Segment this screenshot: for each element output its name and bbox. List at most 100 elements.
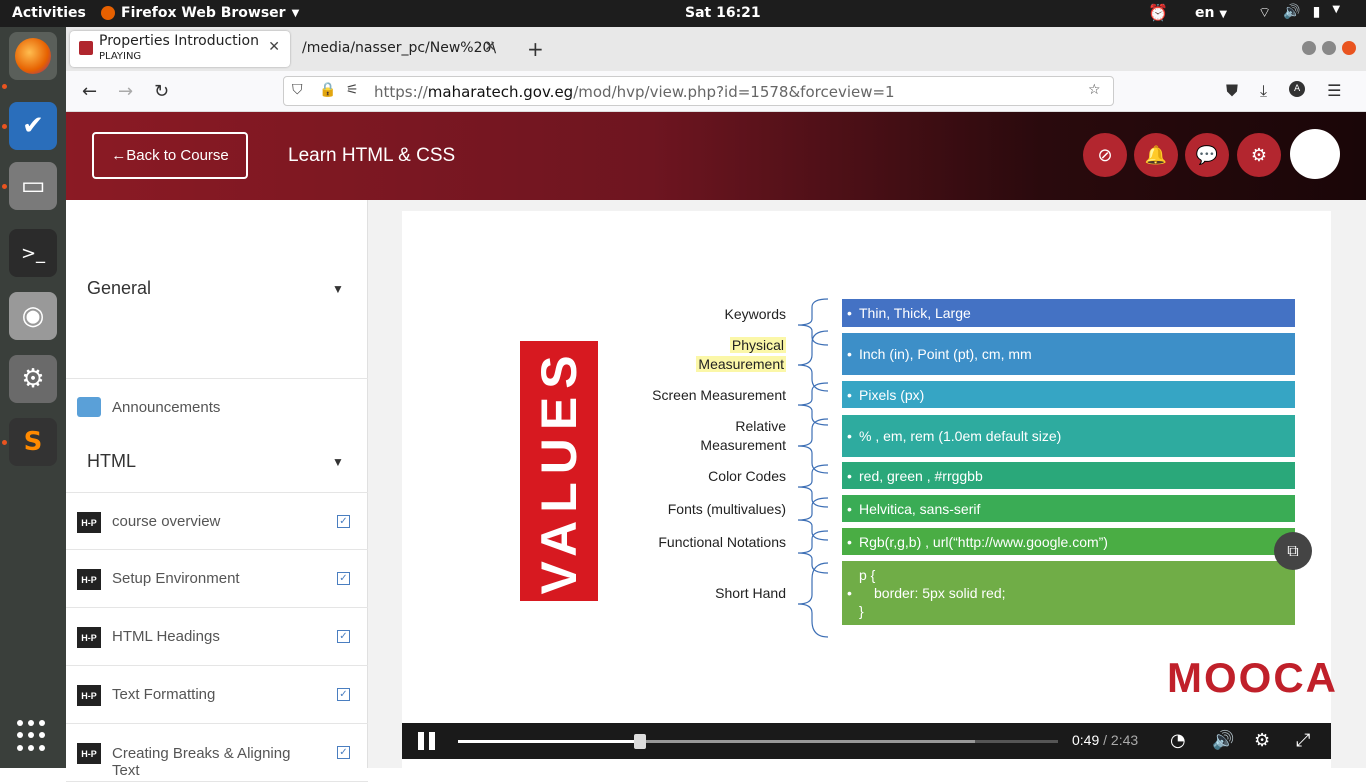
gear-icon[interactable]: ⚙ <box>1254 730 1270 751</box>
camera-dock-icon[interactable]: ◉ <box>9 292 57 340</box>
navigation-bar: ← → ↻ ⛉ 🔒 ⚟ https://maharatech.gov.eg/mo… <box>66 71 1366 112</box>
tab-properties-introduction[interactable]: Properties Introduction PLAYING ✕ <box>70 31 290 67</box>
back-arrow-icon[interactable]: ← <box>82 81 97 102</box>
close-icon[interactable]: ✕ <box>484 39 496 55</box>
completion-checkbox[interactable]: ✓ <box>337 688 350 701</box>
forward-arrow-icon[interactable]: → <box>118 81 133 102</box>
alarm-icon[interactable]: ⏰ <box>1148 3 1168 22</box>
exit-fullscreen-icon[interactable]: ⧉ <box>1274 532 1312 570</box>
h5p-icon: H-P <box>77 685 101 706</box>
url-text: https://maharatech.gov.eg/mod/hvp/view.p… <box>374 83 895 101</box>
running-indicator <box>2 184 7 189</box>
section-html[interactable]: HTML <box>87 451 136 472</box>
site-header: ← Back to Course Learn HTML & CSS ⊘ 🔔 💬 … <box>66 112 1366 200</box>
list-item[interactable]: H-P Creating Breaks & Aligning Text ✓ <box>66 724 368 782</box>
sublime-dock-icon[interactable]: S <box>9 418 57 466</box>
value-text: } <box>859 603 864 619</box>
chevron-down-icon: ▼ <box>1332 4 1341 15</box>
seek-bar[interactable] <box>458 734 1058 749</box>
value-text: Pixels (px) <box>859 386 925 403</box>
item-label: course overview <box>112 513 221 530</box>
account-icon[interactable]: A <box>1289 81 1306 97</box>
fullscreen-icon[interactable]: ⤢ <box>1296 730 1310 751</box>
lock-icon[interactable]: 🔒 <box>319 82 336 98</box>
gear-icon[interactable]: ⚙ <box>1237 133 1281 177</box>
tab-playing-label: PLAYING <box>99 51 142 62</box>
site-favicon-icon <box>79 41 93 55</box>
settings-dock-icon[interactable]: ⚙ <box>9 355 57 403</box>
list-item[interactable]: H-P Setup Environment ✓ <box>66 550 368 608</box>
item-label: Creating Breaks & Aligning Text <box>112 745 291 779</box>
download-icon[interactable]: ⤓ <box>1260 81 1267 101</box>
completion-checkbox[interactable]: ✓ <box>337 630 350 643</box>
back-to-course-button[interactable]: ← Back to Course <box>92 132 248 179</box>
notification-bell-icon[interactable]: 🔔 <box>1134 133 1178 177</box>
permissions-icon[interactable]: ⚟ <box>346 82 359 98</box>
total-time: 2:43 <box>1110 732 1139 748</box>
values-banner-text: VALUES <box>531 347 587 595</box>
files-dock-icon[interactable]: ▭ <box>9 162 57 210</box>
url-bar[interactable]: ⛉ 🔒 ⚟ https://maharatech.gov.eg/mod/hvp/… <box>283 76 1114 106</box>
value-bar: % , em, rem (1.0em default size) <box>842 415 1295 457</box>
maximize-button[interactable] <box>1322 41 1336 55</box>
completion-checkbox[interactable]: ✓ <box>337 572 350 585</box>
row-label-line: Relative <box>735 418 786 434</box>
value-text: red, green , #rrggbb <box>859 467 983 484</box>
video-player[interactable]: VALUES Keywords Physical Measurement Scre… <box>402 211 1336 768</box>
h5p-icon: H-P <box>77 743 101 764</box>
language-indicator[interactable]: en ▼ <box>1195 5 1227 21</box>
minimize-button[interactable] <box>1302 41 1316 55</box>
system-tray[interactable]: ⌔ 🔊 ▮ ▼ <box>1258 4 1340 22</box>
app-menu[interactable]: Firefox Web Browser ▼ <box>101 5 299 21</box>
close-icon[interactable]: ✕ <box>268 39 280 55</box>
language-label: en <box>1195 5 1215 21</box>
show-apps-button[interactable] <box>17 720 49 752</box>
bookmark-star-icon[interactable]: ☆ <box>1088 82 1101 98</box>
pause-button[interactable] <box>418 732 438 750</box>
list-item[interactable]: H-P Text Formatting ✓ <box>66 666 368 724</box>
row-label: Short Hand <box>715 585 786 601</box>
list-item[interactable]: H-P course overview ✓ <box>66 492 368 550</box>
messages-icon[interactable]: 💬 <box>1185 133 1229 177</box>
completion-checkbox[interactable]: ✓ <box>337 515 350 528</box>
activities-button[interactable]: Activities <box>12 5 86 21</box>
pocket-icon[interactable]: ⛊ <box>1226 81 1238 101</box>
announcements-item[interactable]: Announcements <box>66 378 368 433</box>
avatar[interactable] <box>1290 129 1340 179</box>
seek-handle[interactable] <box>634 734 646 749</box>
mooca-logo: MOOCA <box>1167 654 1338 701</box>
menu-icon[interactable]: ☰ <box>1327 81 1341 101</box>
volume-icon: 🔊 <box>1283 4 1301 20</box>
value-text: Thin, Thick, Large <box>859 305 971 321</box>
value-bar: Thin, Thick, Large <box>842 299 1295 327</box>
battery-icon: ▮ <box>1312 4 1321 20</box>
completion-checkbox[interactable]: ✓ <box>337 746 350 759</box>
clock[interactable]: Sat 16:21 <box>685 5 761 21</box>
list-item[interactable]: H-P HTML Headings ✓ <box>66 608 368 666</box>
row-label: Relative Measurement <box>700 417 786 455</box>
new-tab-button[interactable]: + <box>527 37 544 61</box>
value-text: Inch (in), Point (pt), cm, mm <box>859 346 1032 362</box>
playback-speed-icon[interactable]: ◔ <box>1170 730 1186 751</box>
tab-media-folder[interactable]: /media/nasser_pc/New%20\ ✕ <box>296 31 506 67</box>
chevron-down-icon[interactable]: ▼ <box>332 455 344 469</box>
reload-icon[interactable]: ↻ <box>154 81 169 102</box>
firefox-dock-icon[interactable] <box>9 32 57 80</box>
system-top-bar: Activities Firefox Web Browser ▼ Sat 16:… <box>0 0 1366 27</box>
main-content: VALUES Keywords Physical Measurement Scre… <box>368 200 1366 768</box>
section-general[interactable]: General <box>87 278 151 299</box>
current-time: 0:49 <box>1072 732 1100 748</box>
h5p-icon: H-P <box>77 627 101 648</box>
terminal-dock-icon[interactable]: >_ <box>9 229 57 277</box>
eye-slash-icon[interactable]: ⊘ <box>1083 133 1127 177</box>
h5p-icon: H-P <box>77 512 101 533</box>
volume-icon[interactable]: 🔊 <box>1212 730 1234 751</box>
chevron-down-icon[interactable]: ▼ <box>332 282 344 296</box>
close-window-button[interactable] <box>1342 41 1356 55</box>
row-label: Color Codes <box>708 468 786 484</box>
url-prefix: https:// <box>374 83 428 101</box>
value-bar: Helvitica, sans-serif <box>842 495 1295 522</box>
shield-icon[interactable]: ⛉ <box>292 82 303 98</box>
tasks-dock-icon[interactable]: ✔ <box>9 102 57 150</box>
row-label-line: Measurement <box>700 437 786 453</box>
